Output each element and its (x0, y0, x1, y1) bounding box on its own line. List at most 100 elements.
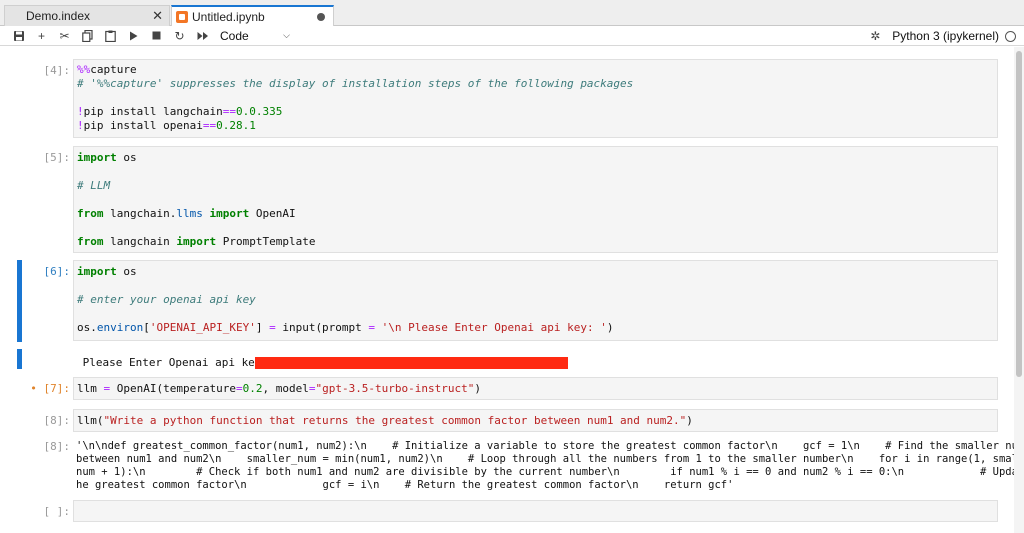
interrupt-button[interactable] (145, 26, 168, 46)
restart-run-all-button[interactable] (191, 26, 214, 46)
code-text: capture (90, 63, 137, 76)
cell-editor[interactable]: import os # enter your openai api key os… (73, 260, 998, 341)
execution-count-value: [7]: (43, 382, 71, 395)
cell-editor[interactable]: llm = OpenAI(temperature=0.2, model="gpt… (73, 377, 998, 400)
clipboard-icon (105, 30, 116, 42)
save-icon (13, 30, 24, 41)
code-keyword: import (202, 207, 250, 220)
code-text: langchain. (103, 207, 177, 220)
code-text: ) (474, 382, 482, 395)
output-count: [8]: (43, 440, 71, 453)
code-cell[interactable]: [4]: %%capture # '%%capture' suppresses … (0, 59, 1010, 139)
add-cell-button[interactable]: + (30, 26, 53, 46)
code-string: '\n Please Enter Openai api key: ' (381, 321, 607, 334)
bug-icon[interactable]: ✲ (870, 29, 880, 43)
code-keyword: from (77, 207, 104, 220)
cell-collapser[interactable] (17, 260, 22, 342)
notebook-toolbar: + ✂ ↻ Code ⌵ ✲ Python 3 (ipykernel) (0, 26, 1024, 46)
tab-bar: Demo.index ✕ Untitled.ipynb (0, 0, 1024, 27)
execution-count: [5]: (43, 151, 71, 164)
save-button[interactable] (7, 26, 30, 46)
code-text: pip install openai (83, 119, 203, 132)
code-text: ) (606, 321, 614, 334)
fast-forward-icon (197, 31, 208, 40)
code-cell-empty[interactable]: [ ]: (0, 500, 1010, 524)
cell-editor[interactable]: %%capture # '%%capture' suppresses the d… (73, 59, 998, 138)
close-icon[interactable]: ✕ (152, 8, 163, 24)
magic-prefix: %% (77, 63, 91, 76)
kernel-name[interactable]: Python 3 (ipykernel) (892, 29, 999, 43)
run-button[interactable] (122, 26, 145, 46)
restart-icon: ↻ (174, 28, 185, 43)
code-string: "gpt-3.5-turbo-instruct" (315, 382, 475, 395)
code-cell[interactable]: [5]: import os # LLM from langchain.llms… (0, 146, 1010, 254)
copy-button[interactable] (76, 26, 99, 46)
code-text: llm (77, 382, 104, 395)
code-number: 0.0.335 (235, 105, 283, 118)
tab-label: Untitled.ipynb (192, 9, 265, 24)
code-text: OpenAI (249, 207, 296, 220)
code-text: ) (686, 414, 693, 427)
scrollbar-track[interactable] (1014, 47, 1024, 533)
notebook-icon (176, 10, 188, 23)
code-number: 0.2 (242, 382, 263, 395)
code-keyword: import (77, 151, 117, 164)
code-cell[interactable]: [8]: llm("Write a python function that r… (0, 409, 1024, 493)
code-text: PromptTemplate (216, 235, 316, 248)
execution-count: • [7]: (30, 382, 70, 395)
tab-demo-index[interactable]: Demo.index ✕ (4, 5, 170, 26)
output-line: num + 1):\n # Check if both num1 and num… (76, 466, 1024, 478)
chevron-down-icon: ⌵ (283, 30, 290, 40)
code-text: ] (255, 321, 270, 334)
cell-editor[interactable]: import os # LLM from langchain.llms impo… (73, 146, 998, 253)
stop-icon (152, 31, 161, 40)
kernel-indicator[interactable]: ✲ Python 3 (ipykernel) (870, 29, 1016, 43)
output-line: he greatest common factor\n gcf = i\n # … (76, 479, 734, 491)
output-collapser[interactable] (17, 349, 22, 369)
cut-button[interactable]: ✂ (53, 26, 76, 46)
unsaved-dot-icon[interactable] (317, 13, 325, 21)
execution-count: [6]: (43, 265, 71, 278)
stdin-prompt-text: Please Enter Openai api key: (76, 356, 275, 369)
code-text: langchain (103, 235, 177, 248)
restart-button[interactable]: ↻ (168, 26, 191, 46)
tab-label: Demo.index (26, 9, 91, 23)
code-module: llms (176, 207, 203, 220)
code-operator: == (222, 105, 236, 118)
scrollbar-thumb[interactable] (1016, 51, 1022, 377)
cell-editor[interactable] (73, 500, 998, 522)
code-text: input(prompt (275, 321, 369, 334)
cell-type-value: Code (220, 28, 249, 43)
code-attr: environ (96, 321, 144, 334)
code-text: os (116, 265, 137, 278)
code-cell-selected[interactable]: [6]: import os # enter your openai api k… (0, 260, 1010, 372)
code-text: [ (143, 321, 150, 334)
redacted-api-key (255, 357, 568, 369)
code-keyword: import (77, 265, 117, 278)
execution-count: [4]: (43, 64, 71, 77)
code-comment: # enter your openai api key (77, 293, 256, 306)
code-keyword: from (77, 235, 104, 248)
tab-untitled-ipynb[interactable]: Untitled.ipynb (171, 5, 334, 27)
code-text: OpenAI(temperature (110, 382, 236, 395)
code-operator: = (235, 382, 243, 395)
cell-type-dropdown[interactable]: Code ⌵ (220, 29, 290, 43)
code-cell[interactable]: • [7]: llm = OpenAI(temperature=0.2, mod… (0, 377, 1010, 401)
code-text: os (116, 151, 137, 164)
code-string: 'OPENAI_API_KEY' (149, 321, 256, 334)
output-line: '\n\ndef greatest_common_factor(num1, nu… (76, 440, 1024, 452)
cell-editor[interactable]: llm("Write a python function that return… (73, 409, 998, 432)
code-text: , model (262, 382, 309, 395)
code-text: os. (77, 321, 97, 334)
code-operator: == (202, 119, 217, 132)
paste-button[interactable] (99, 26, 122, 46)
code-operator: = (269, 321, 276, 334)
code-bang: ! (77, 105, 84, 118)
code-comment: # LLM (77, 179, 111, 192)
kernel-status-icon (1005, 30, 1016, 42)
copy-icon (82, 29, 93, 42)
code-bang: ! (77, 119, 84, 132)
plus-icon: + (37, 28, 45, 43)
code-text: llm( (77, 414, 104, 427)
play-icon (130, 31, 138, 40)
